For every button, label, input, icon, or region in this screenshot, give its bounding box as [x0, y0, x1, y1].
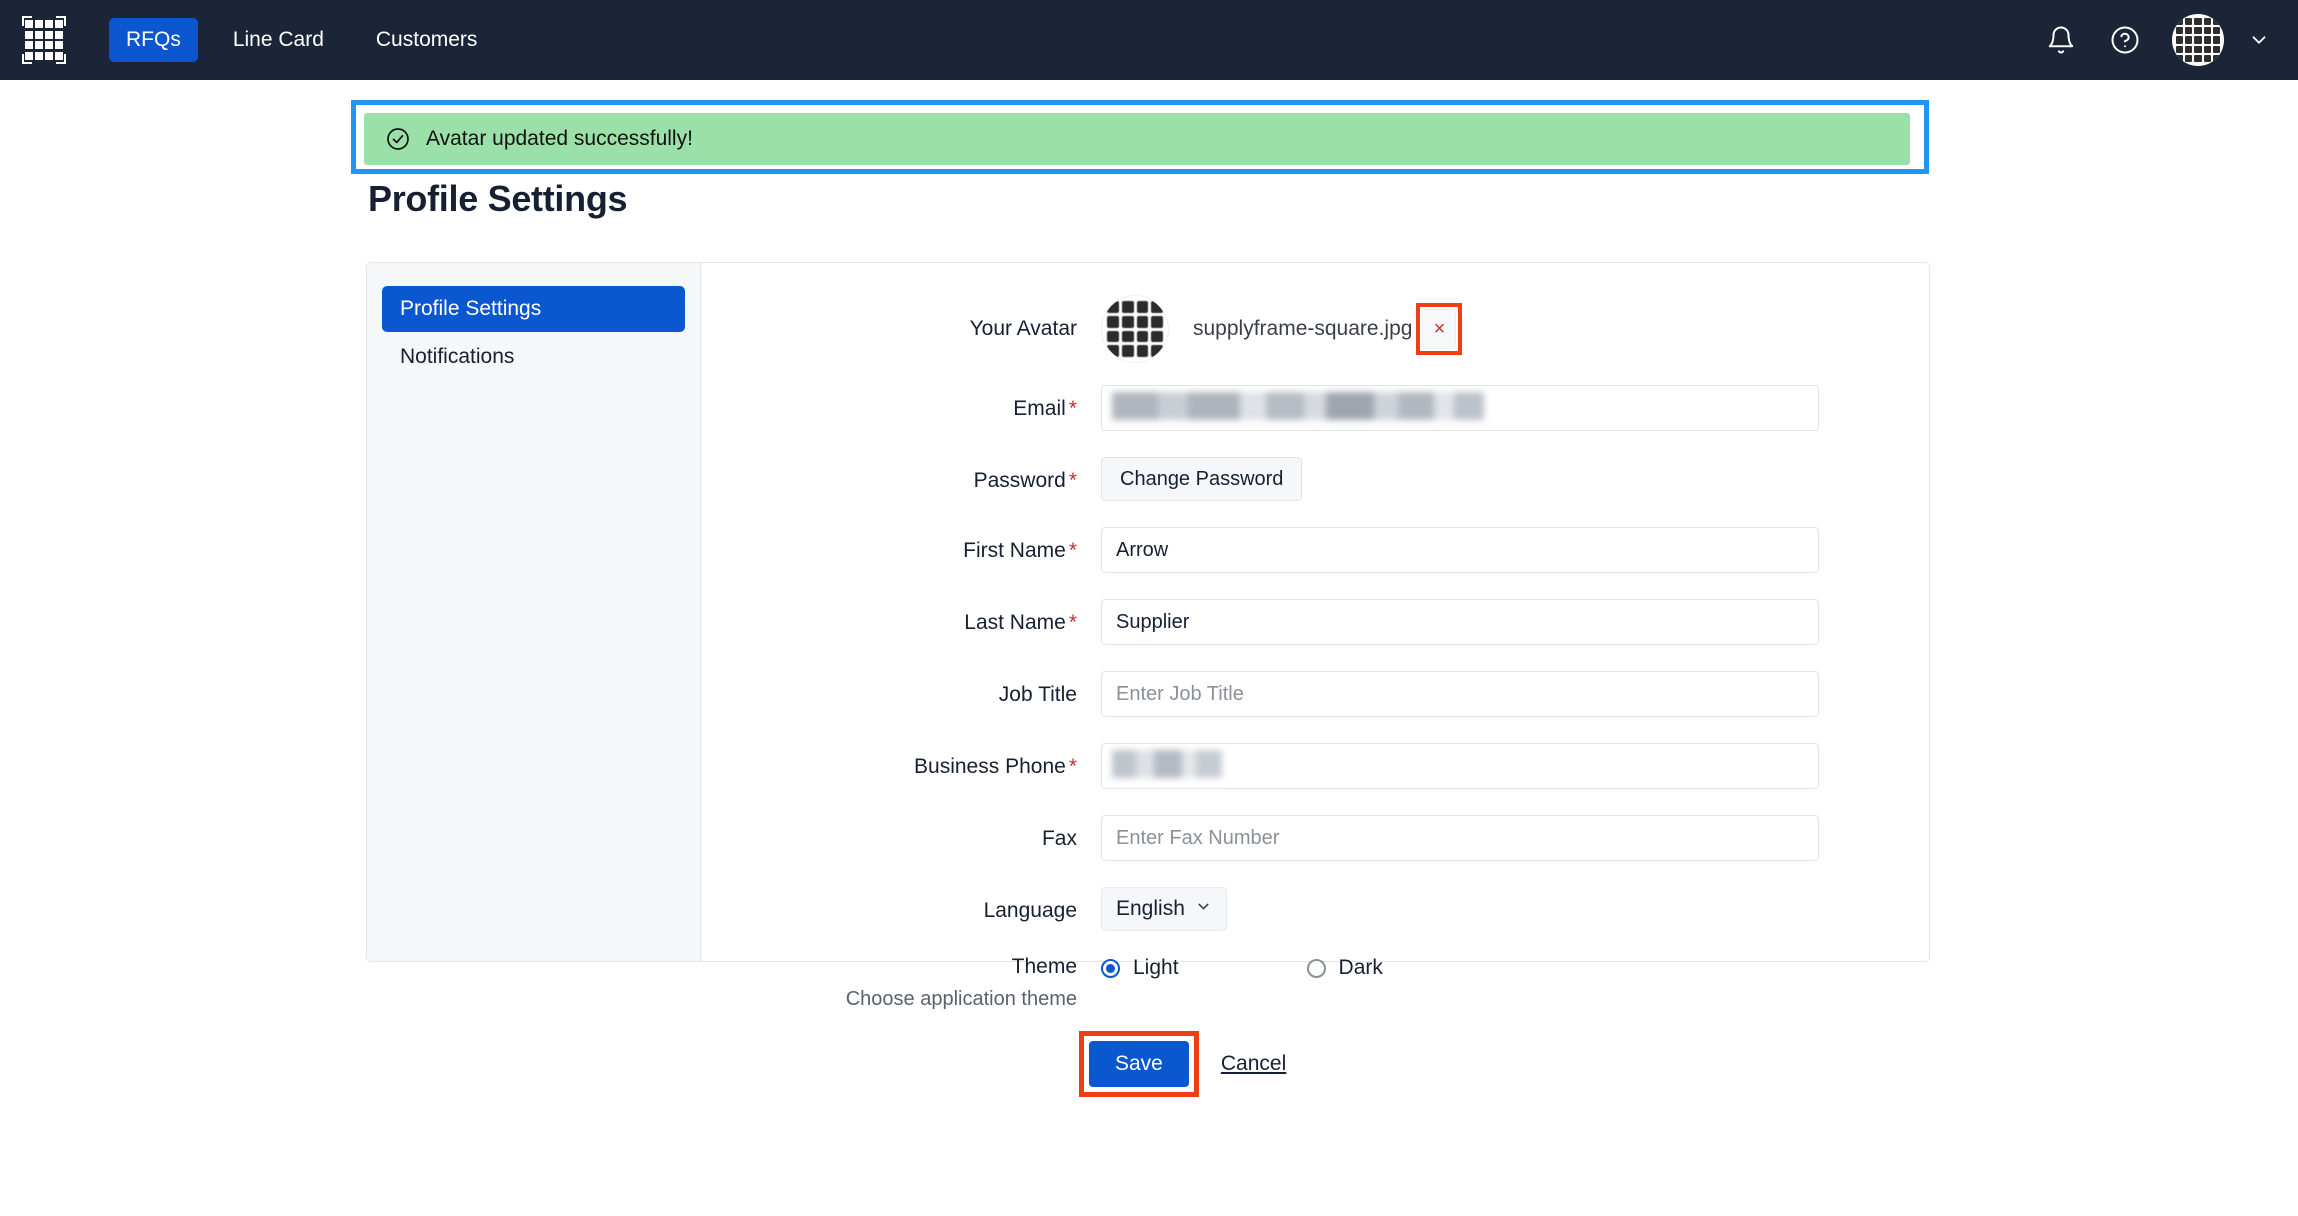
check-circle-icon — [386, 127, 410, 151]
email-label: Email — [1013, 397, 1066, 420]
nav-item-customers[interactable]: Customers — [359, 18, 495, 61]
job-title-label: Job Title — [998, 683, 1077, 706]
field-row-avatar: Your Avatar supplyframe-square.jpg × — [701, 295, 1887, 363]
help-circle-icon[interactable] — [2108, 23, 2142, 57]
settings-sidebar: Profile Settings Notifications — [367, 263, 701, 961]
last-name-label: Last Name — [964, 611, 1066, 634]
field-row-language: Language English — [701, 887, 1887, 931]
save-annotation-box: Save — [1079, 1031, 1199, 1097]
logo-bracket-top-left — [22, 16, 32, 26]
radio-light-icon — [1101, 958, 1120, 978]
theme-option-light-label: Light — [1133, 956, 1179, 979]
field-row-email: Email * — [701, 385, 1887, 431]
field-row-last-name: Last Name * Supplier — [701, 599, 1887, 645]
success-alert: Avatar updated successfully! — [364, 113, 1910, 165]
email-redaction-overlay — [1112, 392, 1484, 420]
page-title: Profile Settings — [368, 178, 628, 219]
field-row-business-phone: Business Phone * — [701, 743, 1887, 789]
user-avatar[interactable] — [2172, 14, 2224, 66]
password-label: Password — [973, 469, 1066, 492]
language-label: Language — [983, 899, 1077, 922]
app-header: RFQs Line Card Customers — [0, 0, 2298, 80]
business-phone-redaction-overlay — [1112, 750, 1222, 778]
sidebar-item-notifications[interactable]: Notifications — [382, 334, 685, 380]
profile-form: Your Avatar supplyframe-square.jpg × Ema… — [701, 263, 1929, 1097]
email-required-marker: * — [1068, 397, 1077, 420]
avatar-file-name: supplyframe-square.jpg — [1193, 317, 1413, 340]
field-row-password: Password * Change Password — [701, 457, 1887, 501]
theme-option-light[interactable]: Light — [1101, 956, 1179, 980]
theme-option-dark[interactable]: Dark — [1306, 956, 1383, 980]
job-title-input[interactable]: Enter Job Title — [1101, 671, 1819, 717]
field-row-job-title: Job Title Enter Job Title — [701, 671, 1887, 717]
language-select[interactable]: English — [1101, 887, 1227, 931]
nav-item-rfqs[interactable]: RFQs — [109, 18, 198, 62]
last-name-required-marker: * — [1068, 611, 1077, 634]
sidebar-item-profile-settings[interactable]: Profile Settings — [382, 286, 685, 332]
first-name-required-marker: * — [1068, 539, 1077, 562]
field-row-first-name: First Name * Arrow — [701, 527, 1887, 573]
alert-message: Avatar updated successfully! — [426, 127, 693, 150]
cancel-link[interactable]: Cancel — [1221, 1052, 1286, 1076]
settings-card: Profile Settings Notifications Your Avat… — [366, 262, 1930, 1097]
email-field[interactable] — [1101, 385, 1819, 431]
avatar-preview-grid-image — [1107, 301, 1163, 357]
save-button[interactable]: Save — [1089, 1041, 1189, 1087]
fax-label: Fax — [1041, 827, 1077, 850]
logo-bracket-bottom-left — [22, 54, 32, 64]
app-logo[interactable] — [14, 11, 74, 69]
radio-dark-icon — [1306, 958, 1326, 978]
field-row-fax: Fax Enter Fax Number — [701, 815, 1887, 861]
logo-bracket-top-right — [56, 16, 66, 26]
language-selected-value: English — [1116, 897, 1185, 920]
header-actions — [2044, 14, 2276, 66]
field-row-theme: Theme Choose application theme Light Dar… — [701, 953, 1887, 1013]
business-phone-input[interactable] — [1101, 743, 1819, 789]
logo-bracket-bottom-right — [56, 54, 66, 64]
chevron-down-icon — [1195, 897, 1212, 921]
remove-avatar-button[interactable]: × — [1422, 309, 1457, 349]
chevron-down-icon[interactable] — [2242, 23, 2276, 57]
business-phone-label: Business Phone — [914, 755, 1066, 778]
theme-label: Theme — [1011, 955, 1077, 978]
change-password-button[interactable]: Change Password — [1101, 457, 1303, 501]
theme-option-dark-label: Dark — [1338, 956, 1383, 979]
theme-helper-text: Choose application theme — [845, 988, 1077, 1010]
avatar-grid-image — [2176, 18, 2220, 62]
form-actions: Save Cancel — [701, 1031, 1887, 1097]
avatar-label: Your Avatar — [969, 317, 1077, 340]
password-required-marker: * — [1068, 469, 1077, 492]
remove-avatar-annotation-box: × — [1416, 303, 1463, 355]
avatar-preview — [1101, 295, 1169, 363]
first-name-input[interactable]: Arrow — [1101, 527, 1819, 573]
fax-input[interactable]: Enter Fax Number — [1101, 815, 1819, 861]
bell-icon[interactable] — [2044, 23, 2078, 57]
nav-item-line-card[interactable]: Line Card — [216, 18, 341, 61]
alert-annotation-box: Avatar updated successfully! — [351, 100, 1929, 174]
last-name-input[interactable]: Supplier — [1101, 599, 1819, 645]
primary-nav: RFQs Line Card Customers — [109, 0, 512, 80]
business-phone-required-marker: * — [1068, 755, 1077, 778]
first-name-label: First Name — [963, 539, 1066, 562]
